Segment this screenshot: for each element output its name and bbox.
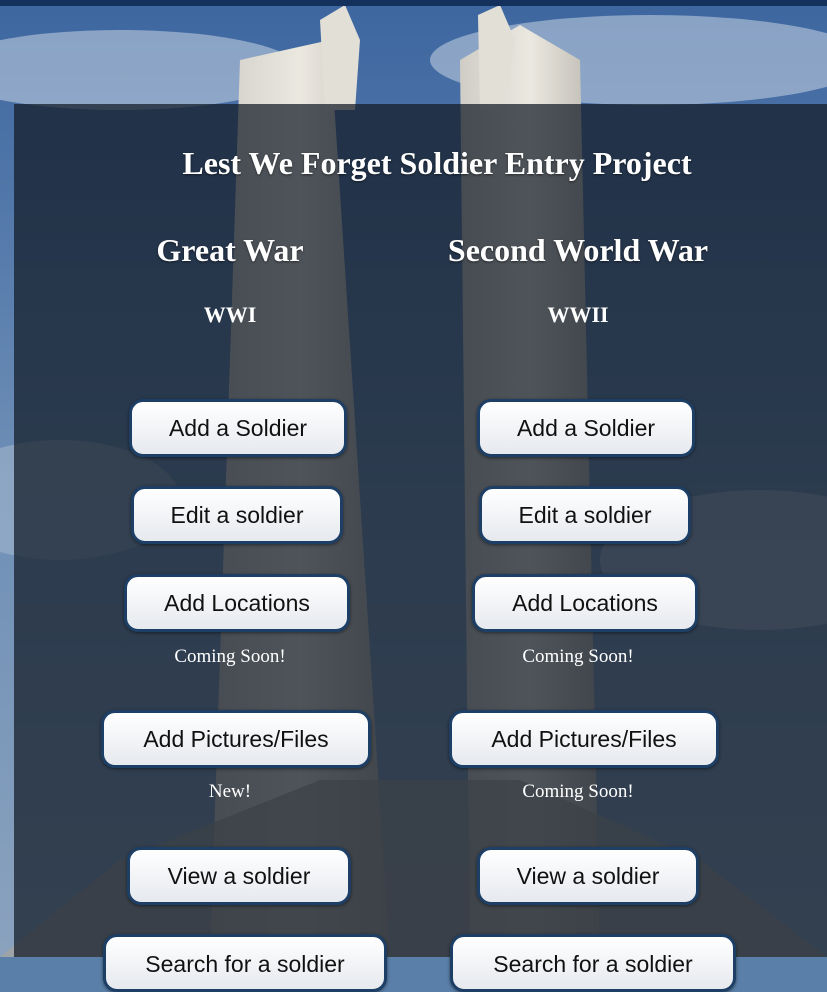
wwi-add-pictures-button[interactable]: Add Pictures/Files	[101, 710, 371, 768]
wwii-locations-note: Coming Soon!	[522, 646, 634, 667]
wwi-subheading: WWI	[203, 302, 257, 327]
wwii-pictures-note: Coming Soon!	[522, 781, 634, 802]
page-title: Lest We Forget Soldier Entry Project	[182, 145, 692, 181]
wwii-heading: Second World War	[447, 232, 709, 268]
wwii-search-soldier-button[interactable]: Search for a soldier	[450, 934, 736, 992]
wwi-pictures-note: New!	[208, 781, 252, 802]
wwi-heading: Great War	[156, 232, 304, 268]
wwi-edit-soldier-button[interactable]: Edit a soldier	[131, 486, 343, 544]
wwi-add-locations-button[interactable]: Add Locations	[124, 574, 350, 632]
wwii-view-soldier-button[interactable]: View a soldier	[477, 847, 699, 905]
wwii-subheading: WWII	[547, 302, 609, 327]
top-bar	[0, 0, 827, 6]
wwi-locations-note: Coming Soon!	[174, 646, 286, 667]
wwii-edit-soldier-button[interactable]: Edit a soldier	[479, 486, 691, 544]
wwi-search-soldier-button[interactable]: Search for a soldier	[103, 934, 387, 992]
wwi-add-soldier-button[interactable]: Add a Soldier	[129, 399, 347, 457]
wwii-add-soldier-button[interactable]: Add a Soldier	[477, 399, 695, 457]
wwii-add-pictures-button[interactable]: Add Pictures/Files	[449, 710, 719, 768]
wwii-add-locations-button[interactable]: Add Locations	[472, 574, 698, 632]
wwi-view-soldier-button[interactable]: View a soldier	[127, 847, 351, 905]
